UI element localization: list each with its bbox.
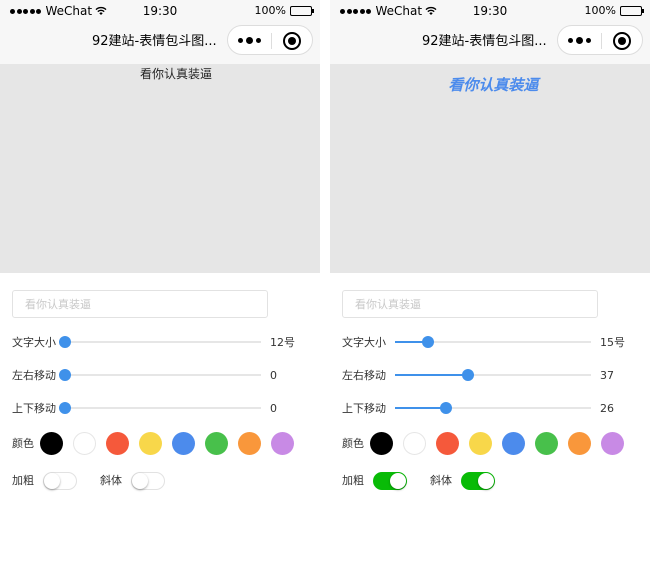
nav-bar: 92建站-表情包斗图... bbox=[0, 22, 320, 64]
more-icon[interactable] bbox=[568, 37, 594, 44]
color-swatch-white[interactable] bbox=[403, 432, 426, 455]
vertical-move-value: 0 bbox=[270, 402, 277, 415]
close-miniprogram-icon[interactable] bbox=[613, 32, 631, 50]
color-swatch-yellow[interactable] bbox=[139, 432, 162, 455]
horizontal-move-value: 0 bbox=[270, 369, 277, 382]
color-swatch-white[interactable] bbox=[73, 432, 96, 455]
color-label: 颜色 bbox=[12, 437, 34, 450]
font-size-label: 文字大小 bbox=[342, 336, 386, 349]
color-swatch-yellow[interactable] bbox=[469, 432, 492, 455]
color-swatch-orange[interactable] bbox=[568, 432, 591, 455]
color-swatch-purple[interactable] bbox=[601, 432, 624, 455]
slider-thumb[interactable] bbox=[59, 402, 71, 414]
vertical-move-slider[interactable] bbox=[395, 402, 591, 414]
color-swatch-black[interactable] bbox=[40, 432, 63, 455]
color-swatch-black[interactable] bbox=[370, 432, 393, 455]
meme-canvas: 看你认真装逼 bbox=[0, 64, 320, 273]
bold-label: 加粗 bbox=[12, 474, 34, 487]
color-label: 颜色 bbox=[342, 437, 364, 450]
font-size-slider[interactable] bbox=[59, 336, 261, 348]
color-swatch-red[interactable] bbox=[436, 432, 459, 455]
battery-icon bbox=[620, 6, 644, 16]
slider-thumb[interactable] bbox=[422, 336, 434, 348]
close-miniprogram-icon[interactable] bbox=[283, 32, 301, 50]
slider-fill bbox=[395, 374, 468, 376]
slider-track bbox=[65, 407, 261, 409]
color-swatch-orange[interactable] bbox=[238, 432, 261, 455]
color-swatch-red[interactable] bbox=[106, 432, 129, 455]
capsule-divider bbox=[601, 33, 602, 49]
vertical-move-label: 上下移动 bbox=[12, 402, 56, 415]
slider-track bbox=[65, 374, 261, 376]
italic-switch[interactable] bbox=[461, 472, 495, 490]
capsule-menu bbox=[557, 25, 643, 55]
color-swatch-green[interactable] bbox=[205, 432, 228, 455]
horizontal-move-label: 左右移动 bbox=[342, 369, 386, 382]
page-title: 92建站-表情包斗图... bbox=[92, 34, 217, 49]
vertical-move-value: 26 bbox=[600, 402, 614, 415]
battery-indicator: 100% bbox=[584, 4, 644, 18]
battery-percent: 100% bbox=[254, 4, 286, 17]
battery-percent: 100% bbox=[584, 4, 616, 17]
slider-thumb[interactable] bbox=[59, 336, 71, 348]
slider-thumb[interactable] bbox=[440, 402, 452, 414]
color-swatch-blue[interactable] bbox=[502, 432, 525, 455]
status-bar: WeChat 19:30 100% bbox=[330, 0, 650, 22]
more-icon[interactable] bbox=[238, 37, 264, 44]
slider-track bbox=[65, 341, 261, 343]
color-swatch-purple[interactable] bbox=[271, 432, 294, 455]
color-swatch-green[interactable] bbox=[535, 432, 558, 455]
slider-thumb[interactable] bbox=[462, 369, 474, 381]
phone-screen-default: WeChat 19:30 100% 92建站-表情包斗图... 看你认真装逼 文… bbox=[0, 0, 320, 568]
canvas-text: 看你认真装逼 bbox=[448, 76, 539, 95]
battery-icon bbox=[290, 6, 314, 16]
battery-indicator: 100% bbox=[254, 4, 314, 18]
canvas-text: 看你认真装逼 bbox=[139, 67, 212, 81]
meme-canvas: 看你认真装逼 bbox=[330, 64, 650, 273]
font-size-slider[interactable] bbox=[395, 336, 591, 348]
bold-switch[interactable] bbox=[43, 472, 77, 490]
nav-bar: 92建站-表情包斗图... bbox=[330, 22, 650, 64]
horizontal-move-slider[interactable] bbox=[395, 369, 591, 381]
capsule-menu bbox=[227, 25, 313, 55]
italic-label: 斜体 bbox=[100, 474, 122, 487]
vertical-move-label: 上下移动 bbox=[342, 402, 386, 415]
bold-label: 加粗 bbox=[342, 474, 364, 487]
horizontal-move-label: 左右移动 bbox=[12, 369, 56, 382]
color-swatch-blue[interactable] bbox=[172, 432, 195, 455]
slider-fill bbox=[395, 407, 446, 409]
phone-screen-styled: WeChat 19:30 100% 92建站-表情包斗图... 看你认真装逼 文… bbox=[330, 0, 650, 568]
horizontal-move-value: 37 bbox=[600, 369, 614, 382]
page-title: 92建站-表情包斗图... bbox=[422, 34, 547, 49]
italic-switch[interactable] bbox=[131, 472, 165, 490]
vertical-move-slider[interactable] bbox=[59, 402, 261, 414]
text-input[interactable] bbox=[342, 290, 598, 318]
font-size-value: 12号 bbox=[270, 336, 295, 349]
horizontal-move-slider[interactable] bbox=[59, 369, 261, 381]
slider-thumb[interactable] bbox=[59, 369, 71, 381]
capsule-divider bbox=[271, 33, 272, 49]
font-size-label: 文字大小 bbox=[12, 336, 56, 349]
bold-switch[interactable] bbox=[373, 472, 407, 490]
text-input[interactable] bbox=[12, 290, 268, 318]
font-size-value: 15号 bbox=[600, 336, 625, 349]
status-bar: WeChat 19:30 100% bbox=[0, 0, 320, 22]
italic-label: 斜体 bbox=[430, 474, 452, 487]
